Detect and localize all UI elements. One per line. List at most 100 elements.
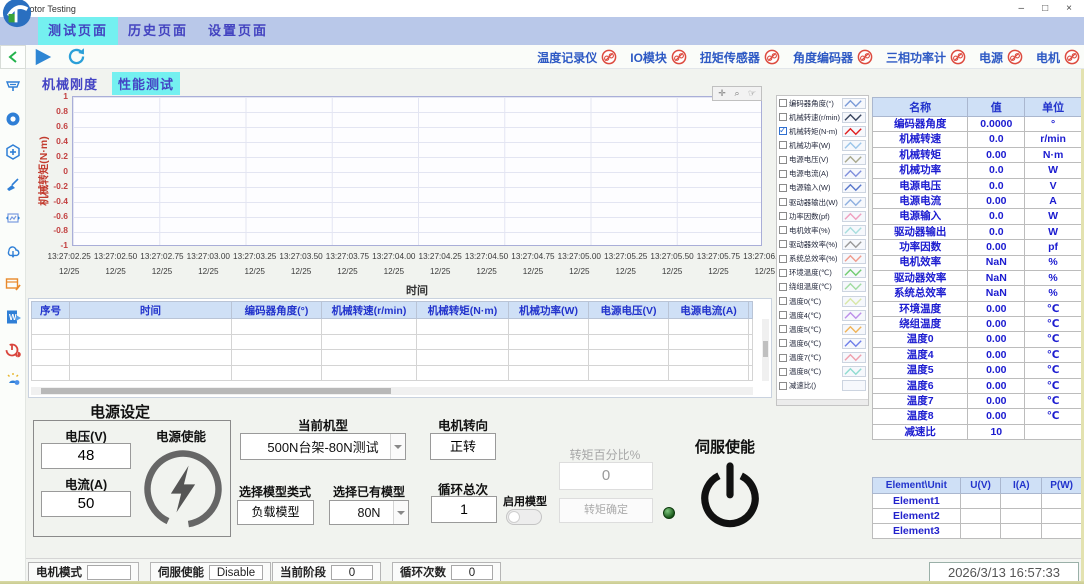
- legend-item[interactable]: 温度0(℃): [777, 294, 868, 308]
- line-style-swatch[interactable]: [842, 126, 866, 137]
- power-alert-icon[interactable]: !: [5, 342, 21, 358]
- close-button[interactable]: ×: [1066, 3, 1072, 14]
- enable-model-toggle[interactable]: [506, 509, 542, 525]
- device-status[interactable]: 三相功率计: [886, 49, 966, 66]
- word-export-icon[interactable]: W: [5, 309, 21, 325]
- nav-tab[interactable]: 测试页面: [38, 17, 118, 45]
- line-style-swatch[interactable]: [842, 98, 866, 109]
- legend-item[interactable]: 驱动器输出(W): [777, 195, 868, 209]
- device-status[interactable]: IO模块: [630, 49, 687, 66]
- play-button[interactable]: [33, 47, 53, 67]
- device-status[interactable]: 角度编码器: [793, 49, 873, 66]
- horizontal-scrollbar[interactable]: [31, 387, 753, 395]
- legend-checkbox[interactable]: [779, 368, 787, 376]
- existing-model-dropdown[interactable]: 80N: [329, 500, 409, 525]
- legend-checkbox[interactable]: [779, 240, 787, 248]
- line-style-swatch[interactable]: [842, 253, 866, 264]
- device-status[interactable]: 电源: [979, 49, 1023, 66]
- legend-scrollbar[interactable]: [777, 399, 868, 405]
- line-style-swatch[interactable]: [842, 168, 866, 179]
- legend-item[interactable]: 电源电压(V): [777, 153, 868, 167]
- legend-checkbox[interactable]: [779, 354, 787, 362]
- subtab[interactable]: 机械刚度: [36, 72, 104, 95]
- legend-checkbox[interactable]: [779, 325, 787, 333]
- cursor-tool-icon[interactable]: ✛: [716, 88, 728, 99]
- legend-item[interactable]: 电源输入(W): [777, 181, 868, 195]
- legend-item[interactable]: 温度4(℃): [777, 308, 868, 322]
- line-style-swatch[interactable]: [842, 338, 866, 349]
- line-style-swatch[interactable]: [842, 182, 866, 193]
- line-style-swatch[interactable]: [842, 112, 866, 123]
- legend-item[interactable]: 系统总效率(%): [777, 252, 868, 266]
- plot-area[interactable]: [72, 96, 762, 246]
- current-input[interactable]: 50: [41, 491, 131, 517]
- legend-item[interactable]: 绕组温度(℃): [777, 280, 868, 294]
- legend-checkbox[interactable]: [779, 170, 787, 178]
- legend-item[interactable]: 电机效率(%): [777, 223, 868, 237]
- line-style-swatch[interactable]: [842, 352, 866, 363]
- line-style-swatch[interactable]: [842, 296, 866, 307]
- line-style-swatch[interactable]: [842, 310, 866, 321]
- device-status[interactable]: 温度记录仪: [537, 49, 617, 66]
- legend-item[interactable]: 机械转矩(N-m): [777, 124, 868, 138]
- serial-connector-icon[interactable]: [5, 78, 21, 94]
- line-style-swatch[interactable]: [842, 211, 866, 222]
- legend-item[interactable]: 温度5(℃): [777, 322, 868, 336]
- legend-checkbox[interactable]: [779, 255, 787, 263]
- line-style-swatch[interactable]: [842, 140, 866, 151]
- line-style-swatch[interactable]: [842, 225, 866, 236]
- legend-item[interactable]: 电源电流(A): [777, 167, 868, 181]
- legend-item[interactable]: 温度7(℃): [777, 351, 868, 365]
- legend-checkbox[interactable]: [779, 297, 787, 305]
- legend-checkbox[interactable]: [779, 156, 787, 164]
- motor-direction-value[interactable]: 正转: [430, 433, 496, 460]
- module-add-icon[interactable]: [5, 144, 21, 160]
- line-style-swatch[interactable]: [842, 366, 866, 377]
- legend-item[interactable]: 环境温度(℃): [777, 266, 868, 280]
- legend-checkbox[interactable]: [779, 127, 787, 135]
- legend-item[interactable]: 机械功率(W): [777, 138, 868, 152]
- alarm-icon[interactable]: [5, 370, 21, 386]
- legend-item[interactable]: 编码器角度(°): [777, 96, 868, 110]
- legend-checkbox[interactable]: [779, 269, 787, 277]
- zoom-tool-icon[interactable]: ⌕: [731, 88, 743, 99]
- legend-checkbox[interactable]: [779, 283, 787, 291]
- legend-item[interactable]: 减速比(): [777, 379, 868, 393]
- broom-icon[interactable]: [5, 177, 21, 193]
- line-style-swatch[interactable]: [842, 281, 866, 292]
- legend-item[interactable]: 温度6(℃): [777, 336, 868, 350]
- legend-checkbox[interactable]: [779, 113, 787, 121]
- nav-tab[interactable]: 历史页面: [118, 17, 198, 45]
- subtab[interactable]: 性能测试: [112, 72, 180, 95]
- legend-checkbox[interactable]: [779, 382, 787, 390]
- refresh-button[interactable]: [66, 46, 87, 67]
- legend-checkbox[interactable]: [779, 226, 787, 234]
- legend-item[interactable]: 温度8(℃): [777, 365, 868, 379]
- line-style-swatch[interactable]: [842, 239, 866, 250]
- legend-checkbox[interactable]: [779, 141, 787, 149]
- power-enable-button[interactable]: [141, 447, 225, 531]
- form-edit-icon[interactable]: [5, 276, 21, 292]
- nav-tab[interactable]: 设置页面: [198, 17, 278, 45]
- legend-checkbox[interactable]: [779, 198, 787, 206]
- voltage-input[interactable]: 48: [41, 443, 131, 469]
- legend-item[interactable]: 功率因数(pf): [777, 209, 868, 223]
- cycles-total-input[interactable]: 1: [431, 496, 497, 523]
- minimize-button[interactable]: –: [1019, 3, 1025, 14]
- line-style-swatch[interactable]: [842, 197, 866, 208]
- torque-confirm-button[interactable]: 转矩确定: [559, 498, 653, 523]
- line-style-swatch[interactable]: [842, 324, 866, 335]
- legend-checkbox[interactable]: [779, 311, 787, 319]
- legend-checkbox[interactable]: [779, 99, 787, 107]
- line-style-swatch[interactable]: [842, 154, 866, 165]
- servo-enable-button[interactable]: [694, 455, 766, 531]
- model-type-value[interactable]: 负载模型: [237, 500, 314, 525]
- current-model-dropdown[interactable]: 500N台架-80N测试: [240, 433, 406, 460]
- legend-checkbox[interactable]: [779, 212, 787, 220]
- legend-checkbox[interactable]: [779, 339, 787, 347]
- legend-item[interactable]: 驱动器效率(%): [777, 237, 868, 251]
- back-button[interactable]: [0, 45, 26, 69]
- vertical-scrollbar[interactable]: [762, 319, 769, 381]
- maximize-button[interactable]: □: [1042, 3, 1048, 14]
- cloud-download-icon[interactable]: [5, 243, 21, 259]
